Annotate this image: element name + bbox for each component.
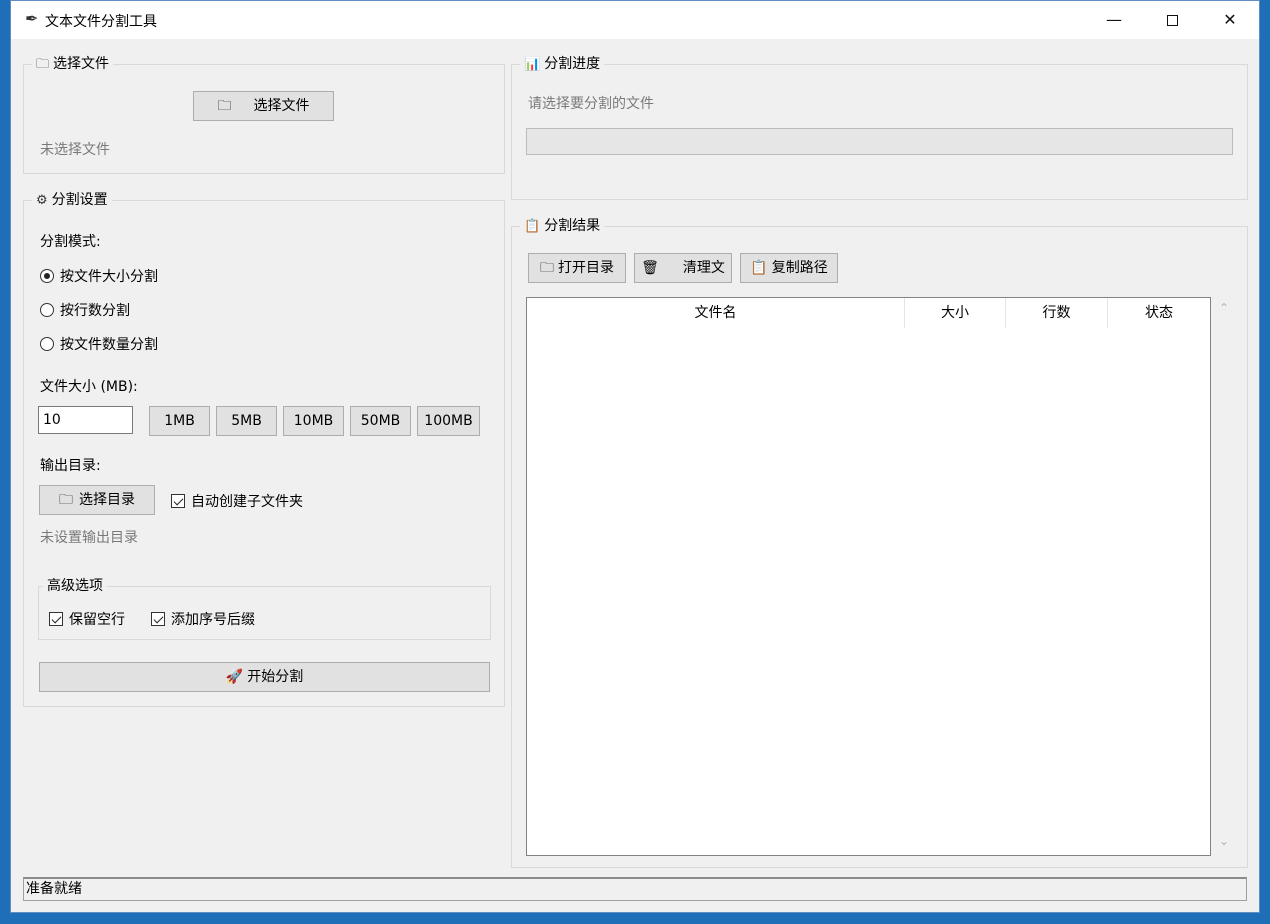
app-window: ✒ 文本文件分割工具 — ✕ 🗀 选择文件 🗀 选择文件 未选择文件 ⚙ 分割设置 分… — [10, 0, 1260, 913]
radio-mode-count[interactable]: 按文件数量分割 — [40, 334, 158, 354]
folder-icon: 🗀 — [59, 492, 73, 508]
scroll-down-button[interactable]: ⌄ — [1213, 834, 1235, 848]
size-label: 文件大小 (MB): — [40, 379, 138, 395]
column-header-filename[interactable]: 文件名 — [527, 298, 905, 328]
checkbox-indicator — [49, 612, 63, 626]
preset-10mb-button[interactable]: 10MB — [283, 406, 344, 436]
settings-title: 分割设置 — [51, 192, 108, 208]
progress-title: 分割进度 — [544, 56, 601, 72]
close-button[interactable]: ✕ — [1201, 1, 1259, 39]
maximize-button[interactable] — [1143, 1, 1201, 39]
clipboard-icon: 📋 — [524, 219, 541, 234]
auto-subfolder-checkbox[interactable]: 自动创建子文件夹 — [171, 491, 303, 511]
radio-indicator — [40, 337, 54, 351]
add-suffix-checkbox[interactable]: 添加序号后缀 — [151, 609, 255, 629]
keep-blank-checkbox[interactable]: 保留空行 — [49, 609, 125, 629]
start-split-button[interactable]: 🚀 开始分割 — [39, 662, 490, 692]
window-title: 文本文件分割工具 — [45, 14, 157, 30]
radio-indicator — [40, 269, 54, 283]
output-status: 未设置输出目录 — [40, 530, 138, 546]
column-header-status[interactable]: 状态 — [1108, 298, 1210, 328]
radio-mode-size[interactable]: 按文件大小分割 — [40, 266, 158, 286]
status-bar: 准备就绪 — [23, 877, 1247, 901]
size-input[interactable]: 10 — [38, 406, 133, 434]
title-bar: ✒ 文本文件分割工具 — ✕ — [11, 1, 1259, 39]
preset-50mb-button[interactable]: 50MB — [350, 406, 411, 436]
trash-icon: 🗑 — [641, 260, 659, 276]
clipboard-icon: 📋 — [750, 260, 768, 276]
results-title: 分割结果 — [544, 218, 601, 234]
minimize-button[interactable]: — — [1085, 1, 1143, 39]
gear-icon: ⚙ — [36, 193, 48, 208]
file-group-title: 选择文件 — [53, 56, 110, 72]
progress-bar — [526, 128, 1233, 155]
bar-chart-icon: 📊 — [524, 57, 541, 72]
preset-1mb-button[interactable]: 1MB — [149, 406, 210, 436]
maximize-icon — [1166, 15, 1178, 26]
rocket-icon: 🚀 — [225, 669, 244, 685]
scroll-up-button[interactable]: ⌃ — [1213, 301, 1235, 315]
settings-group: ⚙ 分割设置 分割模式: 按文件大小分割 按行数分割 按文件数量分割 文件大小 (… — [23, 190, 505, 707]
select-file-button[interactable]: 🗀 选择文件 — [193, 91, 334, 121]
progress-group: 📊 分割进度 请选择要分割的文件 — [511, 54, 1248, 200]
mode-label: 分割模式: — [40, 234, 101, 250]
select-dir-button[interactable]: 🗀 选择目录 — [39, 485, 155, 515]
open-dir-button[interactable]: 🗀 打开目录 — [528, 253, 626, 283]
status-text: 准备就绪 — [26, 881, 82, 897]
column-header-size[interactable]: 大小 — [905, 298, 1006, 328]
progress-status: 请选择要分割的文件 — [528, 96, 654, 112]
feather-icon: ✒ — [25, 9, 39, 28]
copy-path-button[interactable]: 📋 复制路径 — [740, 253, 838, 283]
folder-icon: 🗀 — [217, 98, 232, 114]
results-table[interactable]: 文件名 大小 行数 状态 — [526, 297, 1211, 856]
advanced-group: 高级选项 保留空行 添加序号后缀 — [38, 576, 491, 640]
output-label: 输出目录: — [40, 458, 101, 474]
radio-mode-lines[interactable]: 按行数分割 — [40, 300, 130, 320]
file-status: 未选择文件 — [40, 142, 110, 158]
folder-icon: 🗀 — [36, 57, 50, 72]
folder-icon: 🗀 — [540, 260, 554, 276]
clear-button[interactable]: 🗑 清理文 — [634, 253, 732, 283]
preset-5mb-button[interactable]: 5MB — [216, 406, 277, 436]
advanced-title: 高级选项 — [43, 576, 107, 596]
file-group: 🗀 选择文件 🗀 选择文件 未选择文件 — [23, 54, 505, 174]
radio-indicator — [40, 303, 54, 317]
results-group: 📋 分割结果 🗀 打开目录 🗑 清理文 📋 复制路径 文件名 大小 行数 状态 ⌃ ⌄ — [511, 216, 1248, 868]
checkbox-indicator — [151, 612, 165, 626]
checkbox-indicator — [171, 494, 185, 508]
preset-100mb-button[interactable]: 100MB — [417, 406, 480, 436]
column-header-lines[interactable]: 行数 — [1006, 298, 1108, 328]
